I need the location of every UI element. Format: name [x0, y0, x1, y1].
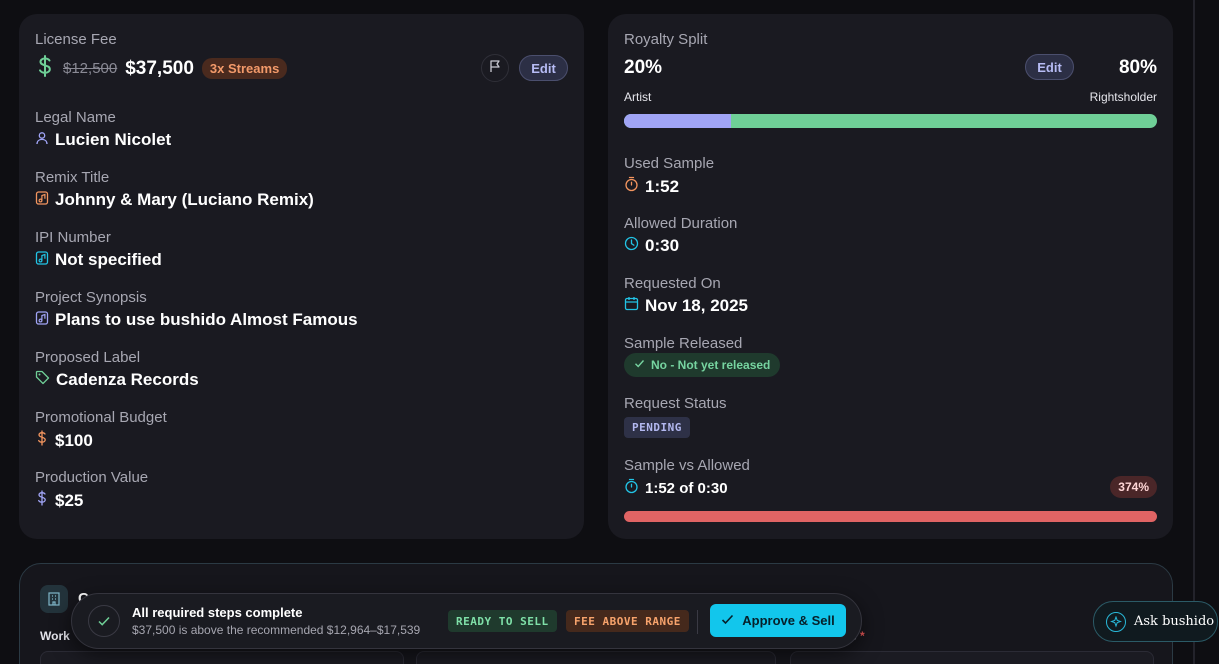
- edit-split-button[interactable]: Edit: [1025, 54, 1074, 80]
- music-file-icon: [35, 250, 49, 270]
- fee-above-range-badge: FEE ABOVE RANGE: [566, 610, 689, 632]
- royalty-split-label: Royalty Split: [624, 31, 708, 48]
- license-fee-label: License Fee: [35, 31, 117, 48]
- field-value-row: Lucien Nicolet: [35, 130, 171, 150]
- toast-subtitle: $37,500 is above the recommended $12,964…: [132, 623, 421, 637]
- field-label: Project Synopsis: [35, 289, 147, 306]
- remix-title-value: Johnny & Mary (Luciano Remix): [55, 190, 314, 209]
- request-status-label: Request Status: [624, 395, 727, 412]
- requested-on-row: Nov 18, 2025: [624, 296, 748, 316]
- rightsholder-label: Rightsholder: [1089, 90, 1157, 104]
- sample-vs-allowed-value: 1:52 of 0:30: [645, 479, 728, 497]
- legal-name-value: Lucien Nicolet: [55, 130, 172, 149]
- work-label: Work: [40, 629, 70, 643]
- artist-share-fill: [624, 114, 731, 128]
- check-circle-icon: [88, 605, 120, 637]
- edit-fee-button[interactable]: Edit: [519, 55, 568, 81]
- stopwatch-icon: [624, 176, 639, 197]
- allowed-duration-value: 0:30: [645, 236, 680, 255]
- royalty-split-bar: [624, 114, 1157, 128]
- used-sample-value: 1:52: [645, 176, 680, 196]
- sample-released-pill: No - Not yet released: [624, 353, 781, 377]
- requested-on-value: Nov 18, 2025: [645, 296, 749, 315]
- stopwatch-icon: [624, 478, 639, 498]
- original-fee: $12,500: [63, 60, 118, 77]
- artist-percent: 20%: [624, 57, 663, 78]
- field-label: Production Value: [35, 469, 149, 486]
- divider: [697, 610, 698, 634]
- proposed-label-value: Cadenza Records: [56, 370, 199, 389]
- user-icon: [35, 130, 49, 150]
- used-sample-row: 1:52: [624, 176, 679, 197]
- allowed-duration-row: 0:30: [624, 236, 679, 256]
- sample-usage-fill: [624, 511, 1157, 522]
- check-icon: [634, 358, 645, 372]
- toast-title: All required steps complete: [132, 605, 303, 620]
- clock-icon: [624, 236, 639, 256]
- music-file-icon: [35, 190, 49, 210]
- completion-toast: All required steps complete $37,500 is a…: [71, 593, 862, 649]
- promotional-budget-value: $100: [55, 430, 93, 450]
- ask-assistant-button[interactable]: Ask bushido: [1093, 601, 1218, 642]
- approve-label: Approve & Sell: [742, 613, 835, 628]
- ask-assistant-label: Ask bushido: [1134, 614, 1215, 629]
- approve-and-sell-button[interactable]: Approve & Sell: [710, 604, 846, 637]
- sample-usage-bar: [624, 511, 1157, 522]
- sample-vs-allowed-label: Sample vs Allowed: [624, 457, 750, 474]
- license-fee-value: $37,500: [125, 57, 194, 79]
- dollar-icon: [35, 54, 55, 83]
- check-icon: [721, 613, 734, 629]
- type-select[interactable]: [790, 651, 1154, 664]
- flag-button[interactable]: [481, 54, 509, 82]
- select-input[interactable]: [416, 651, 776, 664]
- sample-vs-allowed-row: 1:52 of 0:30: [624, 478, 728, 498]
- rightsholder-percent: 80%: [1118, 57, 1157, 78]
- artist-label: Artist: [624, 90, 652, 104]
- field-value-row: $100: [35, 430, 93, 451]
- field-label: Legal Name: [35, 109, 116, 126]
- field-label: Proposed Label: [35, 349, 141, 366]
- music-file-icon: [35, 310, 49, 330]
- calendar-icon: [624, 296, 639, 316]
- building-icon: [40, 585, 68, 613]
- sample-released-label: Sample Released: [624, 335, 743, 352]
- dollar-icon: [35, 430, 49, 451]
- field-label: IPI Number: [35, 229, 111, 246]
- field-label: Promotional Budget: [35, 409, 167, 426]
- allowed-duration-label: Allowed Duration: [624, 215, 738, 232]
- work-input[interactable]: [40, 651, 404, 664]
- streams-badge: 3x Streams: [201, 58, 288, 79]
- field-value-row: Plans to use bushido Almost Famous: [35, 310, 358, 330]
- field-value-row: Cadenza Records: [35, 370, 199, 390]
- ready-to-sell-badge: READY TO SELL: [448, 610, 557, 632]
- requested-on-label: Requested On: [624, 275, 721, 292]
- field-value-row: Not specified: [35, 250, 162, 270]
- tag-icon: [35, 370, 50, 390]
- license-fee-row: $12,500 $37,500 3x Streams: [35, 54, 288, 83]
- sparkle-icon: [1106, 611, 1126, 632]
- flag-icon: [488, 59, 502, 78]
- status-badge: PENDING: [624, 417, 690, 438]
- scrollbar-track[interactable]: [1193, 0, 1195, 664]
- field-value-row: $25: [35, 490, 83, 511]
- used-sample-label: Used Sample: [624, 155, 715, 172]
- royalty-sample-card: Royalty Split 20% Edit 80% Artist Rights…: [608, 14, 1173, 539]
- license-details-card: License Fee $12,500 $37,500 3x Streams E…: [19, 14, 584, 539]
- field-label: Remix Title: [35, 169, 110, 186]
- ipi-number-value: Not specified: [55, 250, 162, 269]
- over-percent-badge: 374%: [1110, 476, 1157, 498]
- project-synopsis-value: Plans to use bushido Almost Famous: [55, 310, 358, 329]
- field-value-row: Johnny & Mary (Luciano Remix): [35, 190, 314, 210]
- dollar-icon: [35, 490, 49, 511]
- production-value-value: $25: [55, 490, 84, 510]
- sample-released-value: No - Not yet released: [651, 358, 771, 372]
